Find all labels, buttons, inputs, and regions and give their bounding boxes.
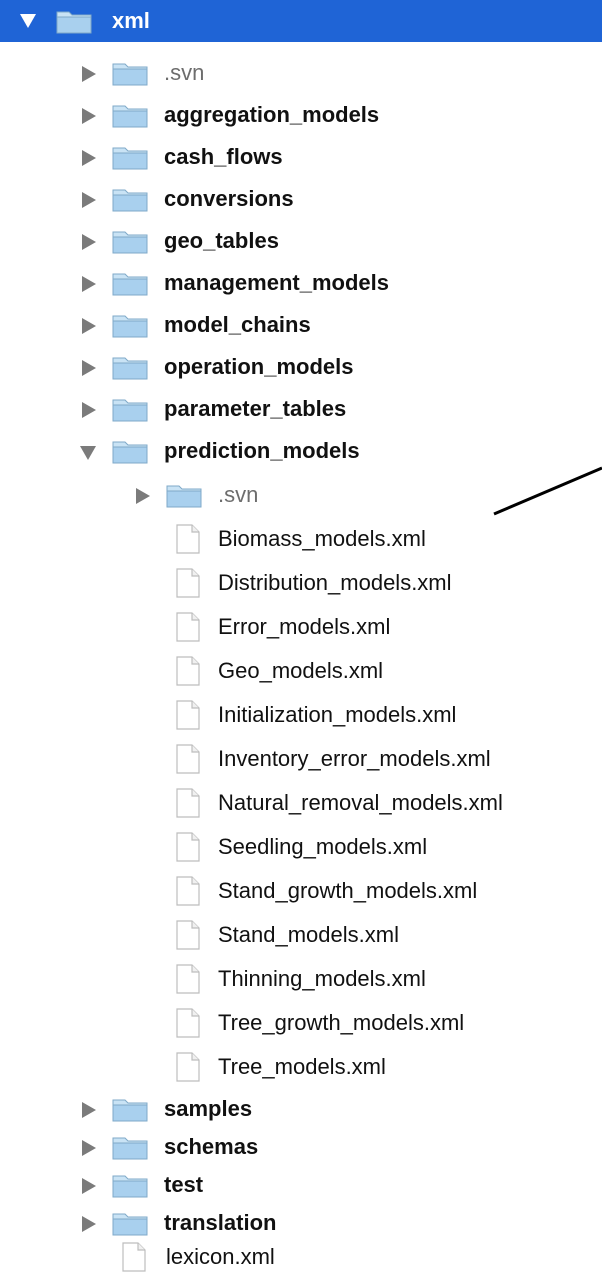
annotation-pointer-line	[493, 466, 602, 516]
